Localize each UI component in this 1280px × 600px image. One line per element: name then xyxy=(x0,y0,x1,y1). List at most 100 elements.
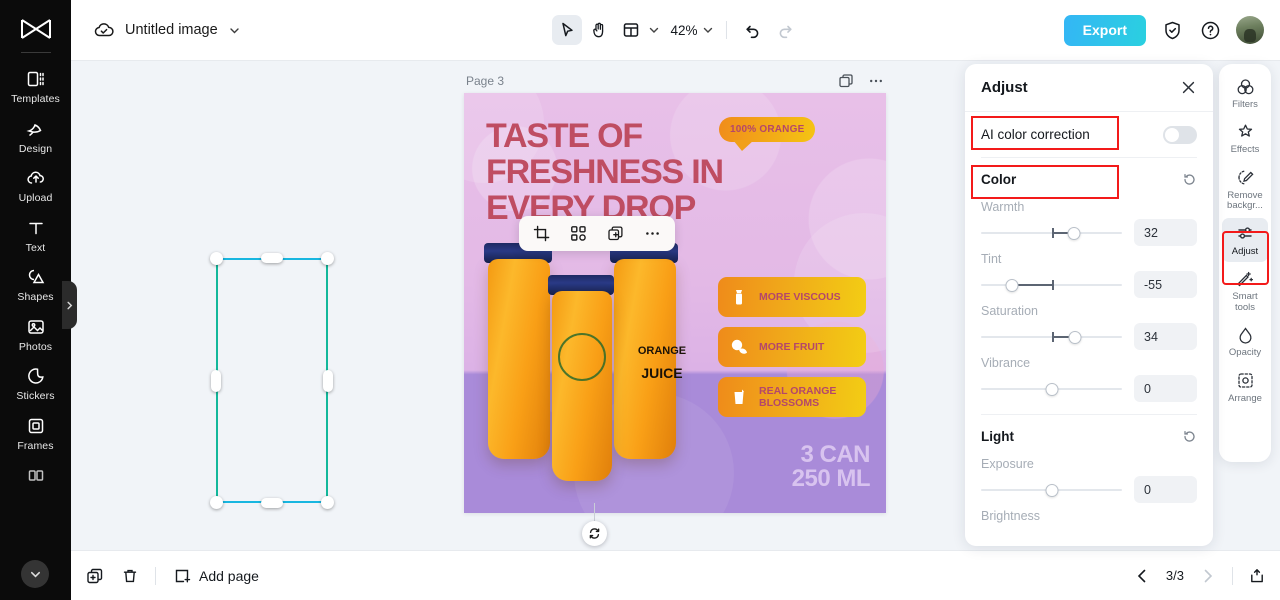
page-navigation: 3/3 xyxy=(1132,566,1266,586)
rail-item-smart-tools[interactable]: Smart tools xyxy=(1222,263,1268,318)
trash-icon[interactable] xyxy=(120,566,139,585)
page-label: Page 3 xyxy=(466,74,505,88)
close-icon[interactable] xyxy=(1180,79,1197,96)
zoom-control[interactable]: 42% xyxy=(662,23,714,38)
rail-item-remove-background[interactable]: Remove backgr... xyxy=(1222,162,1268,217)
layout-icon xyxy=(623,23,638,37)
right-tool-rail: Filters Effects Remove backgr... Adjust … xyxy=(1219,64,1271,462)
text-icon xyxy=(25,217,47,239)
warmth-value[interactable]: 32 xyxy=(1134,219,1197,246)
sidebar-item-label: Text xyxy=(25,241,46,254)
adjust-panel-body: AI color correction Color Warmth 32 Tint… xyxy=(965,112,1213,546)
crop-icon[interactable] xyxy=(533,225,550,242)
sidebar-item-partial[interactable] xyxy=(5,457,67,492)
layout-tool-button[interactable] xyxy=(615,15,660,45)
vibrance-label: Vibrance xyxy=(981,356,1031,370)
warmth-control: Warmth 32 xyxy=(981,200,1197,246)
help-circle-icon[interactable] xyxy=(1198,18,1222,42)
sidebar-item-label: Shapes xyxy=(17,291,54,303)
rail-item-filters[interactable]: Filters xyxy=(1222,71,1268,115)
ai-color-correction-row: AI color correction xyxy=(981,112,1197,158)
adjust-panel-header: Adjust xyxy=(965,64,1213,112)
selection-handle-bottom-center[interactable] xyxy=(261,498,283,508)
app-root: Templates Design Upload Text Shapes Phot… xyxy=(0,0,1280,600)
undo-button[interactable] xyxy=(738,15,768,45)
vibrance-slider[interactable] xyxy=(981,380,1122,398)
sidebar-item-text[interactable]: Text xyxy=(5,210,67,260)
canvas-wrapper: Page 3 TASTE OF FRESHNESS IN EVERY DROP … xyxy=(464,69,886,539)
tint-control: Tint -55 xyxy=(981,252,1197,298)
duplicate-page-icon[interactable] xyxy=(85,566,104,585)
duplicate-icon[interactable] xyxy=(607,225,624,242)
shield-check-icon[interactable] xyxy=(1160,18,1184,42)
selection-handle-top-right[interactable] xyxy=(321,252,334,265)
rotate-handle-button[interactable] xyxy=(582,521,607,546)
sidebar-scroll-more-button[interactable] xyxy=(21,560,49,588)
selection-handle-middle-left[interactable] xyxy=(211,370,221,392)
bottles-image[interactable]: ORANGE JUICE xyxy=(470,241,690,501)
saturation-value[interactable]: 34 xyxy=(1134,323,1197,350)
hand-tool-button[interactable] xyxy=(583,15,613,45)
reset-icon[interactable] xyxy=(1182,429,1197,444)
selection-handle-bottom-left[interactable] xyxy=(210,496,223,509)
selection-box[interactable] xyxy=(210,252,334,509)
feature-badge-label: MORE VISCOUS xyxy=(759,290,841,303)
sidebar-item-photos[interactable]: Photos xyxy=(5,309,67,359)
fruit-icon xyxy=(728,336,750,358)
page-count: 3/3 xyxy=(1165,568,1184,583)
tint-value[interactable]: -55 xyxy=(1134,271,1197,298)
next-page-button[interactable] xyxy=(1198,566,1218,586)
rail-item-opacity[interactable]: Opacity xyxy=(1222,319,1268,363)
duplicate-page-icon[interactable] xyxy=(838,73,854,89)
vibrance-value[interactable]: 0 xyxy=(1134,375,1197,402)
bottom-divider xyxy=(155,566,156,585)
more-options-icon[interactable] xyxy=(868,73,884,89)
select-tool-button[interactable] xyxy=(551,15,582,45)
selection-handle-top-center[interactable] xyxy=(261,253,283,263)
chevron-down-icon[interactable] xyxy=(228,24,241,37)
export-button[interactable]: Export xyxy=(1063,14,1146,46)
more-options-icon[interactable] xyxy=(644,225,661,242)
design-artboard[interactable]: TASTE OF FRESHNESS IN EVERY DROP 100% OR… xyxy=(464,93,886,513)
rail-item-effects[interactable]: Effects xyxy=(1222,116,1268,160)
selection-handle-bottom-right[interactable] xyxy=(321,496,334,509)
sidebar-item-stickers[interactable]: Stickers xyxy=(5,358,67,408)
ungroup-icon[interactable] xyxy=(570,225,587,242)
rail-item-arrange[interactable]: Arrange xyxy=(1222,365,1268,409)
toolbar-divider xyxy=(725,21,727,39)
rotate-handle-stem xyxy=(594,503,595,521)
capcut-logo[interactable] xyxy=(14,12,58,46)
rail-item-label: Opacity xyxy=(1228,347,1262,359)
saturation-slider[interactable] xyxy=(981,328,1122,346)
undo-icon xyxy=(745,25,758,39)
exposure-slider[interactable] xyxy=(981,481,1122,499)
sidebar-item-shapes[interactable]: Shapes xyxy=(5,259,67,309)
rotate-icon xyxy=(589,528,600,539)
reset-icon[interactable] xyxy=(1182,172,1197,187)
sidebar-item-templates[interactable]: Templates xyxy=(5,61,67,111)
exposure-value[interactable]: 0 xyxy=(1134,476,1197,503)
chevron-down-icon xyxy=(30,571,40,577)
add-page-button[interactable]: Add page xyxy=(172,566,259,585)
document-title[interactable]: Untitled image xyxy=(125,22,218,38)
ai-color-correction-toggle[interactable] xyxy=(1163,125,1197,144)
chevron-down-icon[interactable] xyxy=(701,23,715,37)
redo-button[interactable] xyxy=(770,15,800,45)
chevron-down-icon[interactable] xyxy=(646,23,660,37)
selection-handle-middle-right[interactable] xyxy=(323,370,333,392)
tint-slider[interactable] xyxy=(981,276,1122,294)
warmth-slider[interactable] xyxy=(981,224,1122,242)
sidebar-item-upload[interactable]: Upload xyxy=(5,160,67,210)
selection-handle-top-left[interactable] xyxy=(210,252,223,265)
rail-item-adjust[interactable]: Adjust xyxy=(1222,217,1268,263)
sidebar-item-label: Photos xyxy=(18,340,53,353)
filters-icon xyxy=(1235,77,1255,97)
export-page-icon[interactable] xyxy=(1247,566,1266,585)
sidebar-collapse-toggle[interactable] xyxy=(62,281,77,329)
sidebar-item-design[interactable]: Design xyxy=(5,111,67,161)
previous-page-button[interactable] xyxy=(1132,566,1152,586)
sidebar-item-frames[interactable]: Frames xyxy=(5,408,67,458)
rail-item-label: Filters xyxy=(1232,99,1258,110)
avatar[interactable] xyxy=(1236,16,1264,44)
zoom-level[interactable]: 42% xyxy=(662,23,699,38)
